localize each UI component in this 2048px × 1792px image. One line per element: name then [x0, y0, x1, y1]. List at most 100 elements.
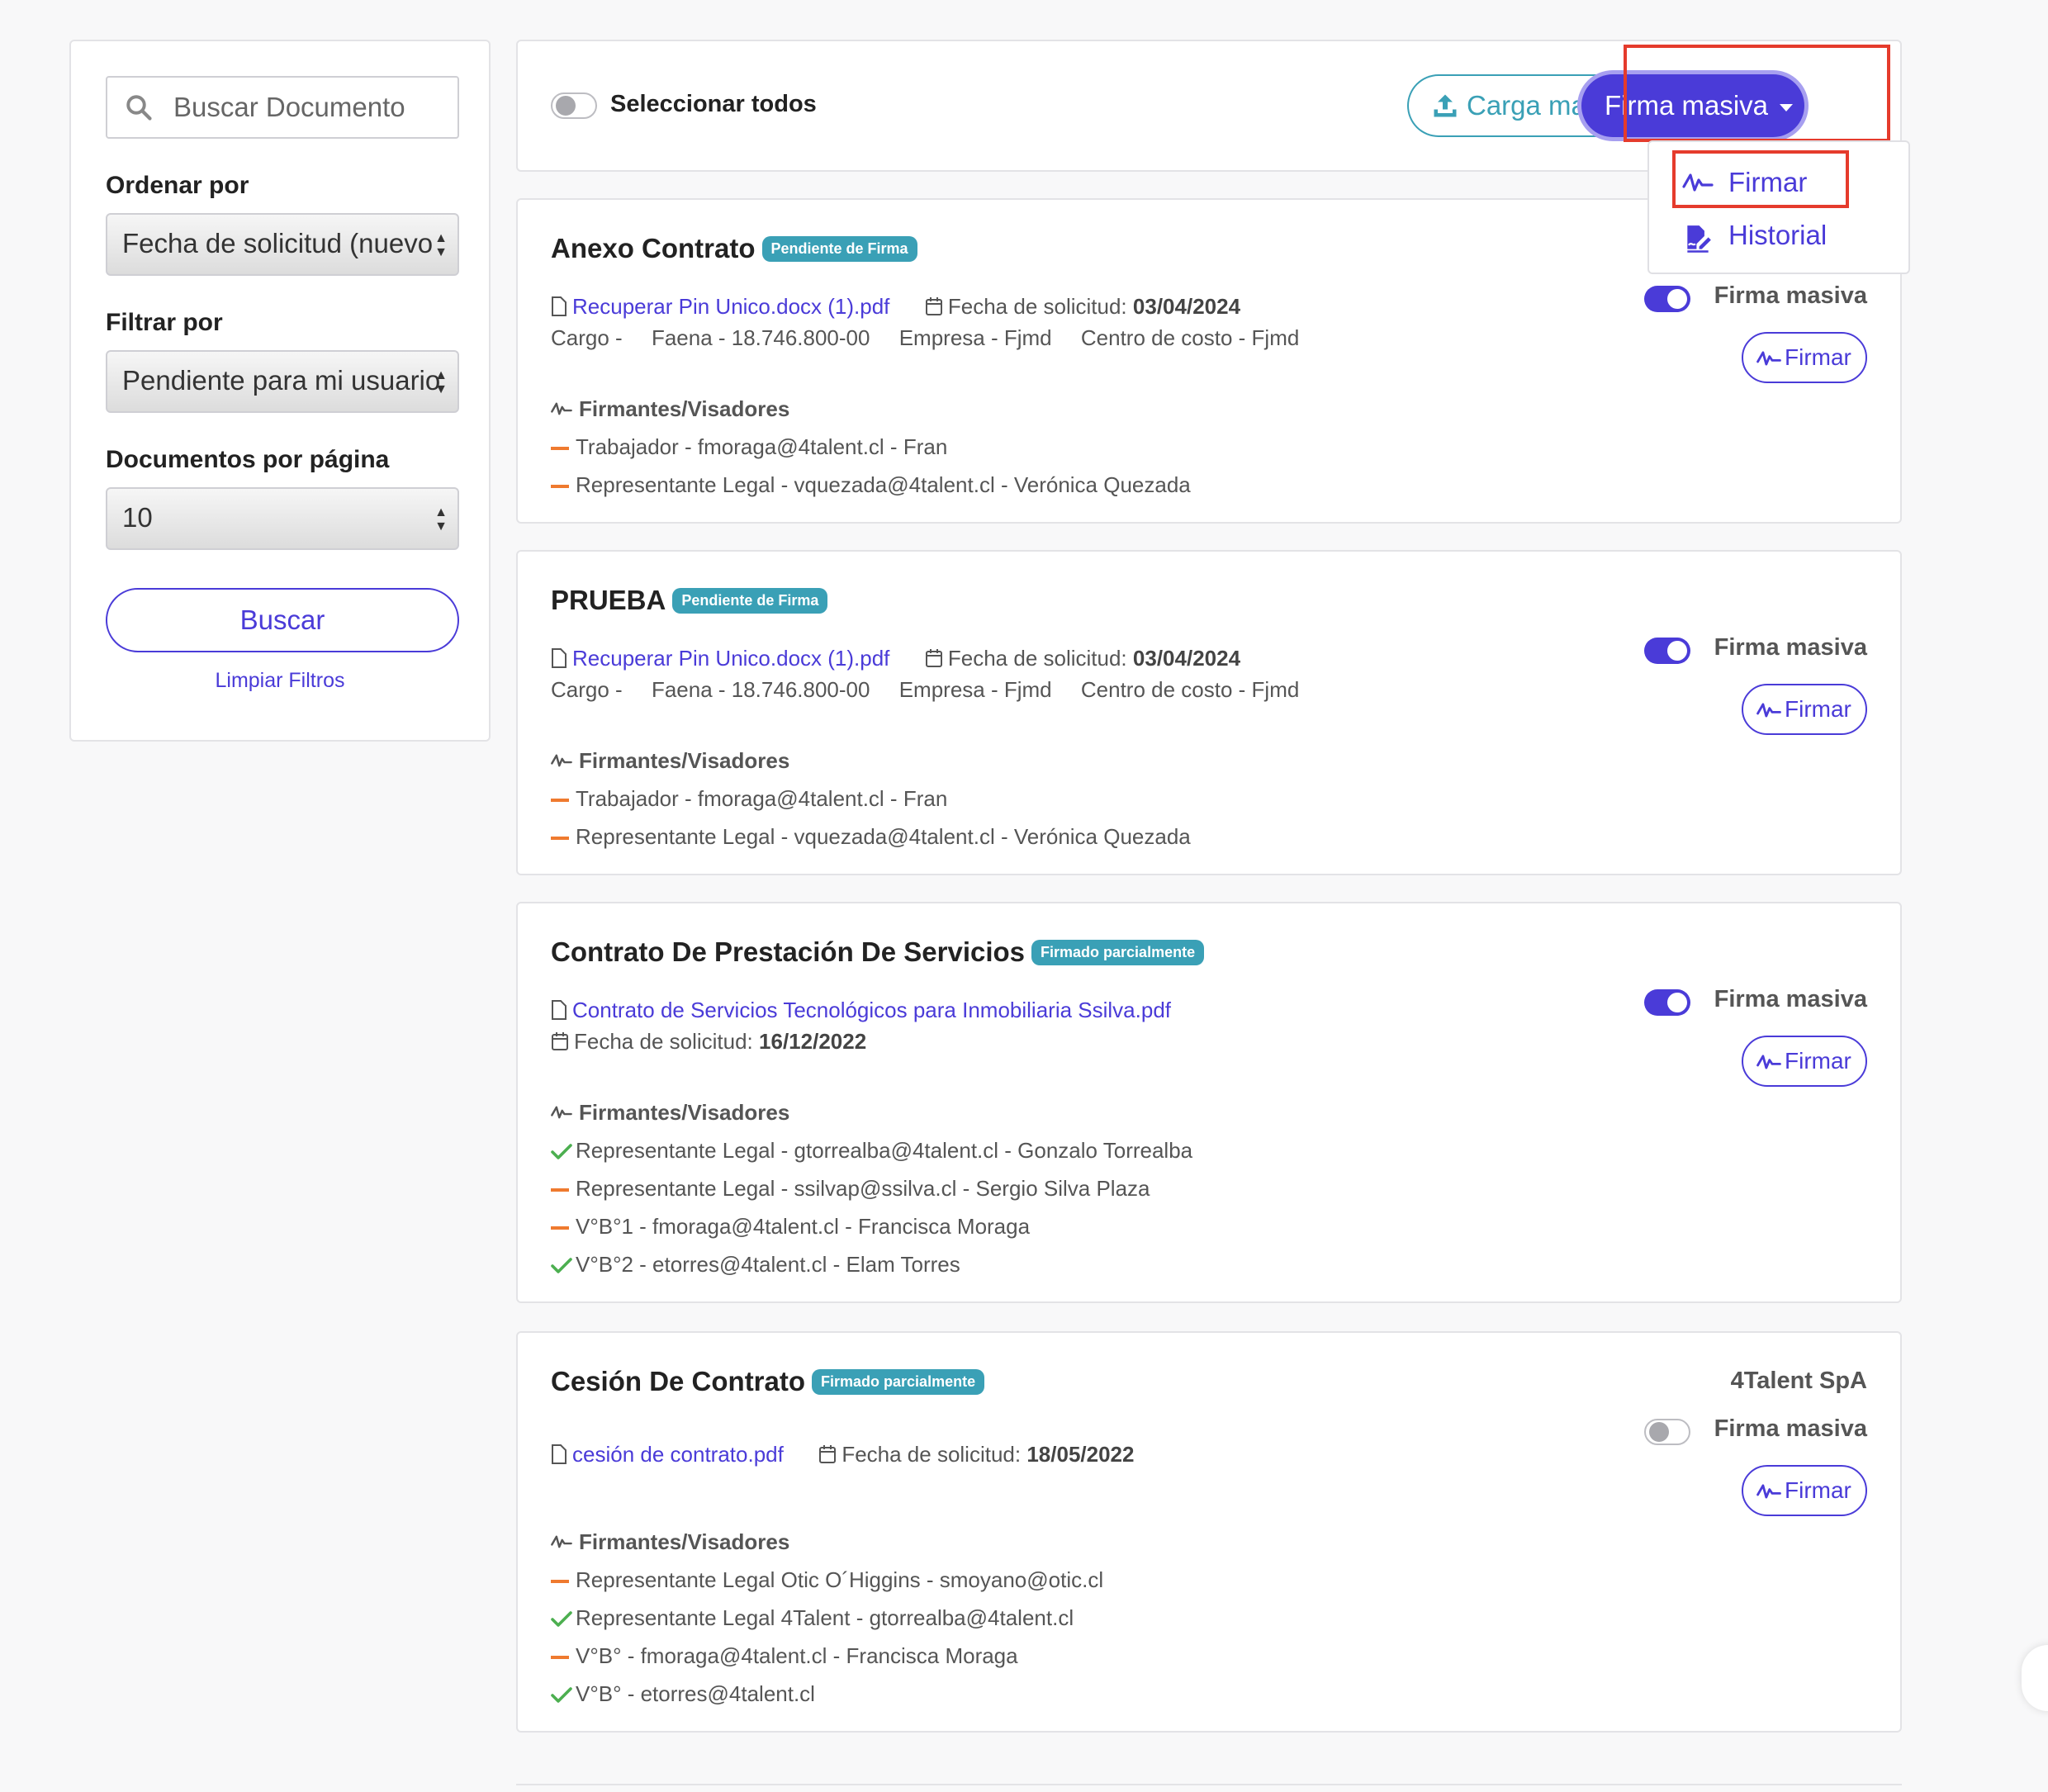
request-date-value: 16/12/2022 [759, 1029, 867, 1054]
signers-heading: Firmantes/Visadores [551, 748, 789, 774]
firma-masiva-label: Firma masiva [1714, 1415, 1867, 1442]
document-file-link[interactable]: Recuperar Pin Unico.docx (1).pdf [572, 294, 889, 319]
signers-heading: Firmantes/Visadores [551, 1529, 789, 1555]
clear-filters-link[interactable]: Limpiar Filtros [71, 669, 489, 693]
document-date-line: Fecha de solicitud: 16/12/2022 [551, 1029, 866, 1055]
signers-heading-label: Firmantes/Visadores [579, 1529, 790, 1554]
cost-center-text: Centro de costo - Fjmd [1080, 325, 1300, 350]
firma-masiva-label: Firma masiva [1714, 634, 1867, 661]
signer-text: V°B° - fmoraga@4talent.cl - Francisca Mo… [576, 1643, 1018, 1668]
document-meta-line: cesión de contrato.pdf Fecha de solicitu… [551, 1442, 1134, 1467]
document-title-row: Contrato De Prestación De Servicios Firma… [551, 936, 1205, 968]
signer-text: Representante Legal 4Talent - gtorrealba… [576, 1605, 1074, 1630]
search-button[interactable]: Buscar [106, 588, 459, 652]
cargo-text: Cargo - [551, 677, 623, 702]
per-page-select[interactable]: 10 ▲ ▼ [106, 487, 459, 550]
pending-dash-icon [551, 1580, 569, 1584]
signer-row: Representante Legal 4Talent - gtorrealba… [551, 1605, 1074, 1631]
filter-sidebar: Ordenar por Fecha de solicitud (nuevo ▲▼… [69, 40, 491, 742]
select-arrows-icon: ▲ ▼ [434, 505, 448, 533]
menu-item-historial[interactable]: Historial [1687, 220, 1827, 253]
document-title: PRUEBA [551, 585, 666, 615]
cargo-text: Cargo - [551, 325, 623, 350]
file-icon [552, 648, 567, 668]
request-date-value: 03/04/2024 [1132, 646, 1241, 671]
signer-text: Representante Legal Otic O´Higgins - smo… [576, 1567, 1104, 1592]
signature-icon [1756, 351, 1781, 366]
signers-heading-label: Firmantes/Visadores [579, 748, 790, 773]
document-meta-line: Recuperar Pin Unico.docx (1).pdf Fecha d… [551, 646, 1240, 671]
firmar-button[interactable]: Firmar [1742, 1465, 1867, 1516]
status-badge: Firmado parcialmente [1031, 939, 1205, 965]
document-title: Contrato De Prestación De Servicios [551, 936, 1026, 967]
firma-masiva-toggle[interactable] [1644, 989, 1690, 1016]
signer-row: Representante Legal - gtorrealba@4talent… [551, 1138, 1192, 1164]
per-page-select-value: 10 [122, 502, 153, 533]
firmar-button[interactable]: Firmar [1742, 1036, 1867, 1087]
signer-row: Representante Legal - vquezada@4talent.c… [551, 824, 1191, 850]
document-file-link[interactable]: Recuperar Pin Unico.docx (1).pdf [572, 646, 889, 671]
order-select-value: Fecha de solicitud (nuevo [122, 228, 434, 258]
firma-masiva-label: Firma masiva [1714, 986, 1867, 1012]
filter-label: Filtrar por [106, 309, 223, 336]
file-icon [552, 1000, 567, 1020]
empresa-text: Empresa - Fjmd [898, 325, 1052, 350]
document-file-link[interactable]: Contrato de Servicios Tecnológicos para … [572, 998, 1171, 1022]
document-details-line: Cargo - Faena - 18.746.800-00 Empresa - … [551, 677, 1299, 703]
signer-row: V°B° - fmoraga@4talent.cl - Francisca Mo… [551, 1643, 1018, 1669]
search-box[interactable] [106, 76, 459, 139]
pending-dash-icon [551, 1656, 569, 1660]
request-date-value: 18/05/2022 [1026, 1442, 1135, 1467]
check-icon [551, 1687, 572, 1703]
signer-text: V°B°1 - fmoraga@4talent.cl - Francisca M… [576, 1214, 1031, 1239]
signature-icon [1756, 1484, 1781, 1499]
signer-text: V°B°2 - etorres@4talent.cl - Elam Torres [576, 1252, 960, 1277]
per-page-label: Documentos por página [106, 446, 390, 473]
request-date-label: Fecha de solicitud: [947, 646, 1127, 671]
signature-icon [1756, 703, 1781, 718]
document-card: Cesión De Contrato Firmado parcialmente c… [516, 1331, 1902, 1733]
pending-dash-icon [551, 837, 569, 841]
floating-scroll-button[interactable] [2022, 1645, 2048, 1711]
signer-row: Representante Legal - vquezada@4talent.c… [551, 472, 1191, 498]
document-file-link[interactable]: cesión de contrato.pdf [572, 1442, 784, 1467]
select-all-toggle[interactable] [551, 92, 597, 119]
empresa-text: Empresa - Fjmd [898, 677, 1052, 702]
firmar-button-label: Firmar [1785, 1477, 1851, 1503]
document-card: PRUEBA Pendiente de Firma Recuperar Pin U… [516, 550, 1902, 875]
signer-row: Trabajador - fmoraga@4talent.cl - Fran [551, 786, 947, 812]
request-date-label: Fecha de solicitud: [947, 294, 1127, 319]
document-title: Anexo Contrato [551, 233, 756, 263]
select-all-label: Seleccionar todos [610, 91, 817, 117]
order-select[interactable]: Fecha de solicitud (nuevo ▲ ▼ [106, 213, 459, 276]
firma-masiva-toggle[interactable] [1644, 638, 1690, 664]
firmar-button[interactable]: Firmar [1742, 332, 1867, 383]
signature-icon [551, 1535, 572, 1548]
highlight-box [1672, 150, 1849, 208]
document-title: Cesión De Contrato [551, 1366, 806, 1396]
filter-select-value: Pendiente para mi usuario [122, 365, 441, 396]
signers-heading-label: Firmantes/Visadores [579, 396, 790, 421]
signature-icon [1756, 1055, 1781, 1069]
signer-row: Representante Legal Otic O´Higgins - smo… [551, 1567, 1103, 1593]
calendar-icon [925, 649, 942, 667]
next-card-edge [516, 1784, 1902, 1785]
signer-text: Trabajador - fmoraga@4talent.cl - Fran [576, 786, 948, 811]
firmar-button-label: Firmar [1785, 696, 1851, 722]
firma-masiva-toggle[interactable] [1644, 286, 1690, 312]
file-icon [552, 296, 567, 316]
firma-masiva-toggle[interactable] [1644, 1419, 1690, 1445]
check-icon [551, 1258, 572, 1273]
signer-row: V°B°1 - fmoraga@4talent.cl - Francisca M… [551, 1214, 1030, 1240]
firmar-button[interactable]: Firmar [1742, 684, 1867, 735]
signer-row: Trabajador - fmoraga@4talent.cl - Fran [551, 434, 947, 460]
order-label: Ordenar por [106, 172, 249, 199]
filter-select[interactable]: Pendiente para mi usuario ▲ ▼ [106, 350, 459, 413]
file-icon [552, 1444, 567, 1464]
firma-masiva-label: Firma masiva [1714, 282, 1867, 309]
signature-icon [551, 402, 572, 415]
signers-heading: Firmantes/Visadores [551, 396, 789, 422]
search-input[interactable] [173, 78, 446, 137]
request-date-label: Fecha de solicitud: [574, 1029, 753, 1054]
calendar-icon [925, 297, 942, 315]
